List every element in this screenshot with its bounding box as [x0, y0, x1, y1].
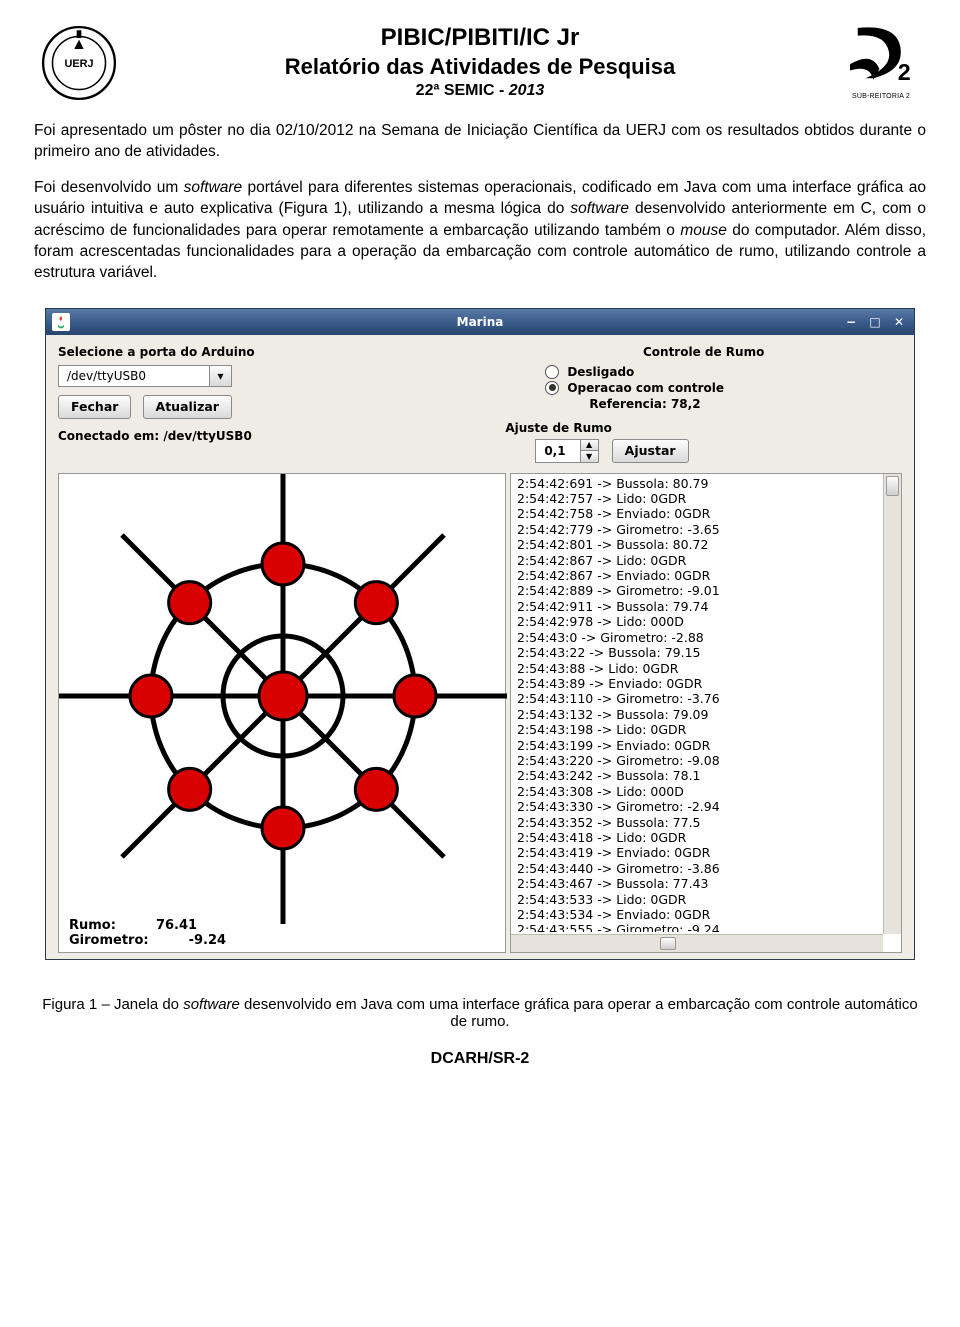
ajuste-label: Ajuste de Rumo — [505, 421, 902, 435]
log-panel: 2:54:42:691 -> Bussola: 80.792:54:42:757… — [510, 473, 902, 953]
log-line: 2:54:43:0 -> Girometro: -2.88 — [517, 630, 881, 645]
log-line: 2:54:42:757 -> Lido: 0GDR — [517, 491, 881, 506]
connection-status: Conectado em: /dev/ttyUSB0 — [58, 429, 505, 443]
close-window-button[interactable]: ✕ — [890, 314, 908, 330]
log-line: 2:54:43:467 -> Bussola: 77.43 — [517, 876, 881, 891]
log-line: 2:54:43:89 -> Enviado: 0GDR — [517, 676, 881, 691]
log-line: 2:54:43:132 -> Bussola: 79.09 — [517, 707, 881, 722]
log-line: 2:54:43:418 -> Lido: 0GDR — [517, 830, 881, 845]
spinner-value: 0,1 — [536, 440, 579, 462]
ajuste-spinner[interactable]: 0,1 ▲ ▼ — [535, 439, 598, 463]
log-line: 2:54:42:889 -> Girometro: -9.01 — [517, 583, 881, 598]
port-combobox[interactable]: /dev/ttyUSB0 ▾ — [58, 365, 232, 387]
horizontal-scrollbar[interactable] — [511, 934, 883, 952]
rumo-readout: Rumo: 76.41 — [69, 918, 237, 933]
log-content: 2:54:42:691 -> Bussola: 80.792:54:42:757… — [517, 476, 881, 932]
window-title: Marina — [46, 315, 914, 329]
program-title: PIBIC/PIBITI/IC Jr — [124, 24, 836, 52]
log-line: 2:54:43:199 -> Enviado: 0GDR — [517, 738, 881, 753]
log-line: 2:54:42:691 -> Bussola: 80.79 — [517, 476, 881, 491]
log-line: 2:54:42:911 -> Bussola: 79.74 — [517, 599, 881, 614]
event-title: 22ª SEMIC - 2013 — [124, 82, 836, 100]
spinner-down-icon[interactable]: ▼ — [581, 451, 598, 462]
paragraph-2: Foi desenvolvido um software portável pa… — [34, 177, 926, 284]
ajustar-button[interactable]: Ajustar — [612, 439, 689, 463]
ship-wheel-icon[interactable] — [59, 474, 507, 934]
scroll-thumb[interactable] — [886, 476, 899, 496]
app-window: Marina − □ ✕ Selecione a porta do Arduin… — [45, 308, 915, 960]
sr2-logo: 2 SUB-REITORIA 2 — [836, 24, 926, 100]
radio-icon[interactable] — [545, 381, 559, 395]
scroll-thumb[interactable] — [660, 937, 676, 950]
uerj-seal-icon: UERJ — [40, 24, 118, 102]
document-header: UERJ PIBIC/PIBITI/IC Jr Relatório das At… — [34, 24, 926, 110]
maximize-button[interactable]: □ — [866, 314, 884, 330]
log-line: 2:54:43:533 -> Lido: 0GDR — [517, 892, 881, 907]
chevron-down-icon[interactable]: ▾ — [209, 366, 231, 386]
reference-readout: Referencia: 78,2 — [589, 397, 902, 411]
sr2-caption: SUB-REITORIA 2 — [836, 93, 926, 100]
vertical-scrollbar[interactable] — [883, 474, 901, 934]
figure-1: Marina − □ ✕ Selecione a porta do Arduin… — [45, 308, 915, 960]
log-line: 2:54:43:198 -> Lido: 0GDR — [517, 722, 881, 737]
svg-text:UERJ: UERJ — [64, 58, 93, 70]
close-port-button[interactable]: Fechar — [58, 395, 131, 419]
log-line: 2:54:43:220 -> Girometro: -9.08 — [517, 753, 881, 768]
log-line: 2:54:43:242 -> Bussola: 78.1 — [517, 768, 881, 783]
minimize-button[interactable]: − — [842, 314, 860, 330]
log-line: 2:54:42:801 -> Bussola: 80.72 — [517, 537, 881, 552]
log-line: 2:54:43:22 -> Bussola: 79.15 — [517, 645, 881, 660]
log-line: 2:54:42:867 -> Lido: 0GDR — [517, 553, 881, 568]
body-text: Foi apresentado um pôster no dia 02/10/2… — [34, 120, 926, 284]
rumo-control-title: Controle de Rumo — [505, 345, 902, 359]
log-line: 2:54:43:308 -> Lido: 000D — [517, 784, 881, 799]
spinner-up-icon[interactable]: ▲ — [581, 440, 598, 452]
girometro-readout: Girometro: -9.24 — [69, 933, 266, 948]
paragraph-1: Foi apresentado um pôster no dia 02/10/2… — [34, 120, 926, 163]
log-line: 2:54:43:419 -> Enviado: 0GDR — [517, 845, 881, 860]
refresh-button[interactable]: Atualizar — [143, 395, 232, 419]
svg-text:2: 2 — [898, 59, 911, 85]
log-line: 2:54:42:867 -> Enviado: 0GDR — [517, 568, 881, 583]
page-footer: DCARH/SR-2 — [34, 1050, 926, 1068]
log-line: 2:54:43:330 -> Girometro: -2.94 — [517, 799, 881, 814]
radio-off-label: Desligado — [567, 365, 634, 379]
report-title: Relatório das Atividades de Pesquisa — [124, 54, 836, 80]
log-line: 2:54:43:352 -> Bussola: 77.5 — [517, 815, 881, 830]
radio-off[interactable]: Desligado — [545, 365, 902, 379]
port-select-label: Selecione a porta do Arduino — [58, 345, 505, 359]
log-line: 2:54:42:758 -> Enviado: 0GDR — [517, 506, 881, 521]
radio-on-label: Operacao com controle — [567, 381, 724, 395]
log-line: 2:54:43:440 -> Girometro: -3.86 — [517, 861, 881, 876]
log-line: 2:54:42:978 -> Lido: 000D — [517, 614, 881, 629]
log-line: 2:54:43:110 -> Girometro: -3.76 — [517, 691, 881, 706]
sr2-logo-icon: 2 — [842, 24, 920, 86]
log-line: 2:54:42:779 -> Girometro: -3.65 — [517, 522, 881, 537]
log-line: 2:54:43:534 -> Enviado: 0GDR — [517, 907, 881, 922]
window-titlebar[interactable]: Marina − □ ✕ — [46, 309, 914, 335]
figure-caption: Figura 1 – Janela do software desenvolvi… — [34, 996, 926, 1030]
log-line: 2:54:43:88 -> Lido: 0GDR — [517, 661, 881, 676]
compass-wheel-panel[interactable]: Rumo: 76.41 Girometro: -9.24 — [58, 473, 506, 953]
log-line: 2:54:43:555 -> Girometro: -9.24 — [517, 922, 881, 931]
java-icon — [52, 313, 70, 331]
radio-on[interactable]: Operacao com controle — [545, 381, 902, 395]
radio-icon[interactable] — [545, 365, 559, 379]
port-value: /dev/ttyUSB0 — [59, 369, 209, 383]
uerj-logo: UERJ — [34, 24, 124, 107]
